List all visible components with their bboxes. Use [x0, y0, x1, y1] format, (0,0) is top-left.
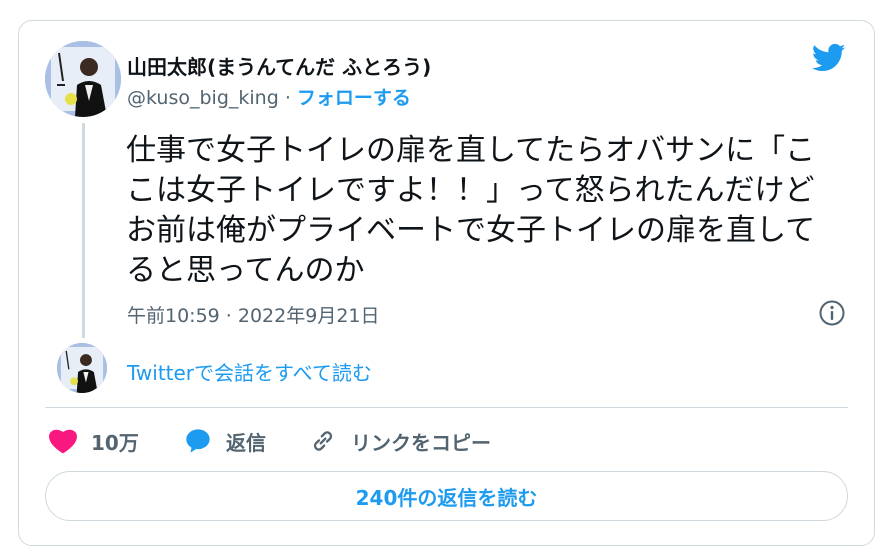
author-avatar[interactable]	[45, 41, 121, 117]
link-icon	[313, 431, 333, 451]
reply-label: 返信	[226, 430, 266, 455]
twitter-bird-icon[interactable]	[812, 43, 846, 73]
like-count: 10万	[91, 430, 139, 455]
follow-button[interactable]: フォローする	[297, 87, 411, 109]
avatar-photo	[45, 41, 121, 117]
copy-link-label: リンクをコピー	[351, 430, 491, 455]
read-conversation-link[interactable]: Twitterで会話をすべて読む	[127, 357, 372, 386]
conversation-avatar[interactable]	[57, 343, 107, 393]
copy-link-button[interactable]: リンクをコピー	[309, 423, 491, 459]
tweet-embed-card: 山田太郎(まうんてんだ ふとろう) @kuso_big_king · フォローす…	[18, 20, 875, 546]
handle-separator: ·	[278, 87, 297, 109]
reply-button[interactable]: 返信	[184, 423, 266, 459]
read-replies-button[interactable]: 240件の返信を読む	[45, 471, 848, 521]
author-name[interactable]: 山田太郎(まうんてんだ ふとろう)	[127, 51, 431, 80]
tweet-text: 仕事で女子トイレの扉を直してたらオバサンに「こ こは女子トイレですよ！！」って怒…	[126, 133, 816, 288]
author-handle-row: @kuso_big_king · フォローする	[127, 83, 411, 110]
thread-line	[82, 123, 85, 338]
like-button[interactable]: 10万	[49, 423, 139, 459]
info-icon[interactable]	[818, 299, 846, 327]
avatar-photo-small	[57, 343, 107, 393]
divider	[45, 407, 848, 408]
heart-icon	[49, 429, 77, 454]
tweet-timestamp[interactable]: 午前10:59 · 2022年9月21日	[127, 301, 380, 328]
author-handle[interactable]: @kuso_big_king	[127, 87, 279, 109]
speech-bubble-icon	[186, 429, 210, 453]
